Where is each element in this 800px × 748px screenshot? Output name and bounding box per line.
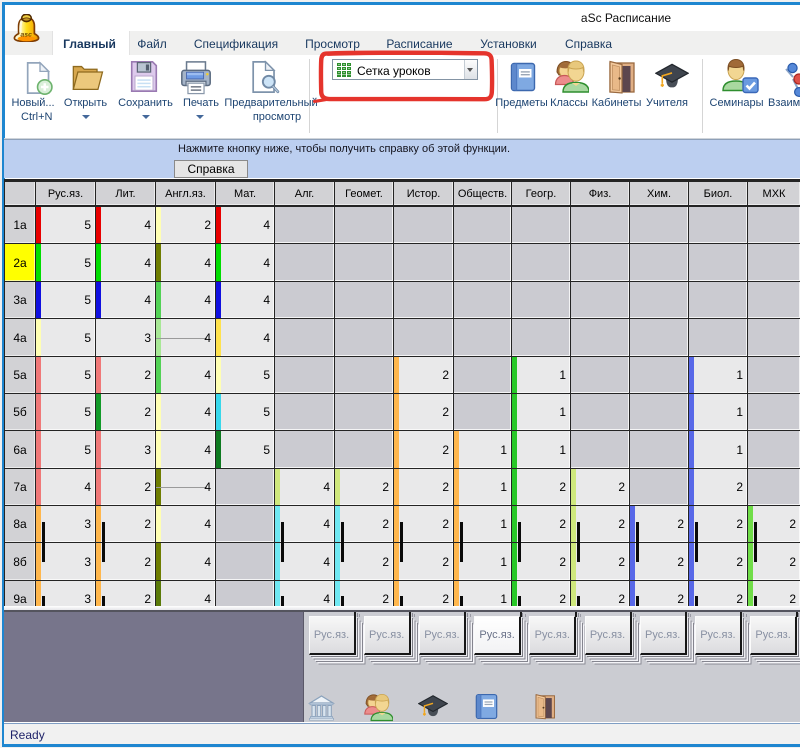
svg-text:asc: asc (21, 31, 33, 38)
